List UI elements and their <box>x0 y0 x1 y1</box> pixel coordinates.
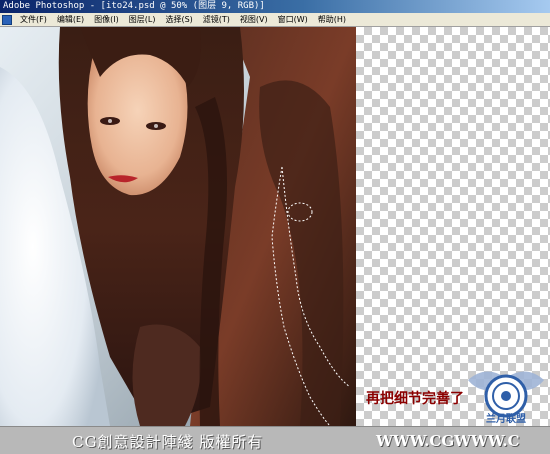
menu-filter[interactable]: 滤镜(T) <box>198 13 235 26</box>
menu-edit[interactable]: 编辑(E) <box>52 13 89 26</box>
website-text: WWW.CGWWW.C <box>376 432 520 450</box>
menu-file[interactable]: 文件(F) <box>15 13 52 26</box>
photoshop-icon[interactable] <box>2 14 12 25</box>
canvas-caption: 再把细节完善了 <box>366 391 464 407</box>
watermark-footer: CG創意設計陣綫 版權所有 WWW.CGWWW.C <box>0 426 550 454</box>
painting-image <box>0 27 356 426</box>
menu-help[interactable]: 帮助(H) <box>313 13 351 26</box>
menu-view[interactable]: 视图(V) <box>235 13 273 26</box>
lanyue-logo-icon: 兰月联盟 <box>468 371 544 425</box>
window-title: Adobe Photoshop - [ito24.psd @ 50% (图层 9… <box>3 1 265 11</box>
menu-select[interactable]: 选择(S) <box>160 13 197 26</box>
menu-layer[interactable]: 图层(L) <box>124 13 161 26</box>
window-title-bar: Adobe Photoshop - [ito24.psd @ 50% (图层 9… <box>0 0 550 13</box>
menu-image[interactable]: 图像(I) <box>89 13 124 26</box>
menu-bar: 文件(F) 编辑(E) 图像(I) 图层(L) 选择(S) 滤镜(T) 视图(V… <box>0 13 550 27</box>
badge-text: 兰月联盟 <box>486 412 526 425</box>
copyright-text: CG創意設計陣綫 版權所有 <box>72 433 264 451</box>
document-canvas[interactable] <box>0 27 356 426</box>
menu-window[interactable]: 窗口(W) <box>273 13 313 26</box>
